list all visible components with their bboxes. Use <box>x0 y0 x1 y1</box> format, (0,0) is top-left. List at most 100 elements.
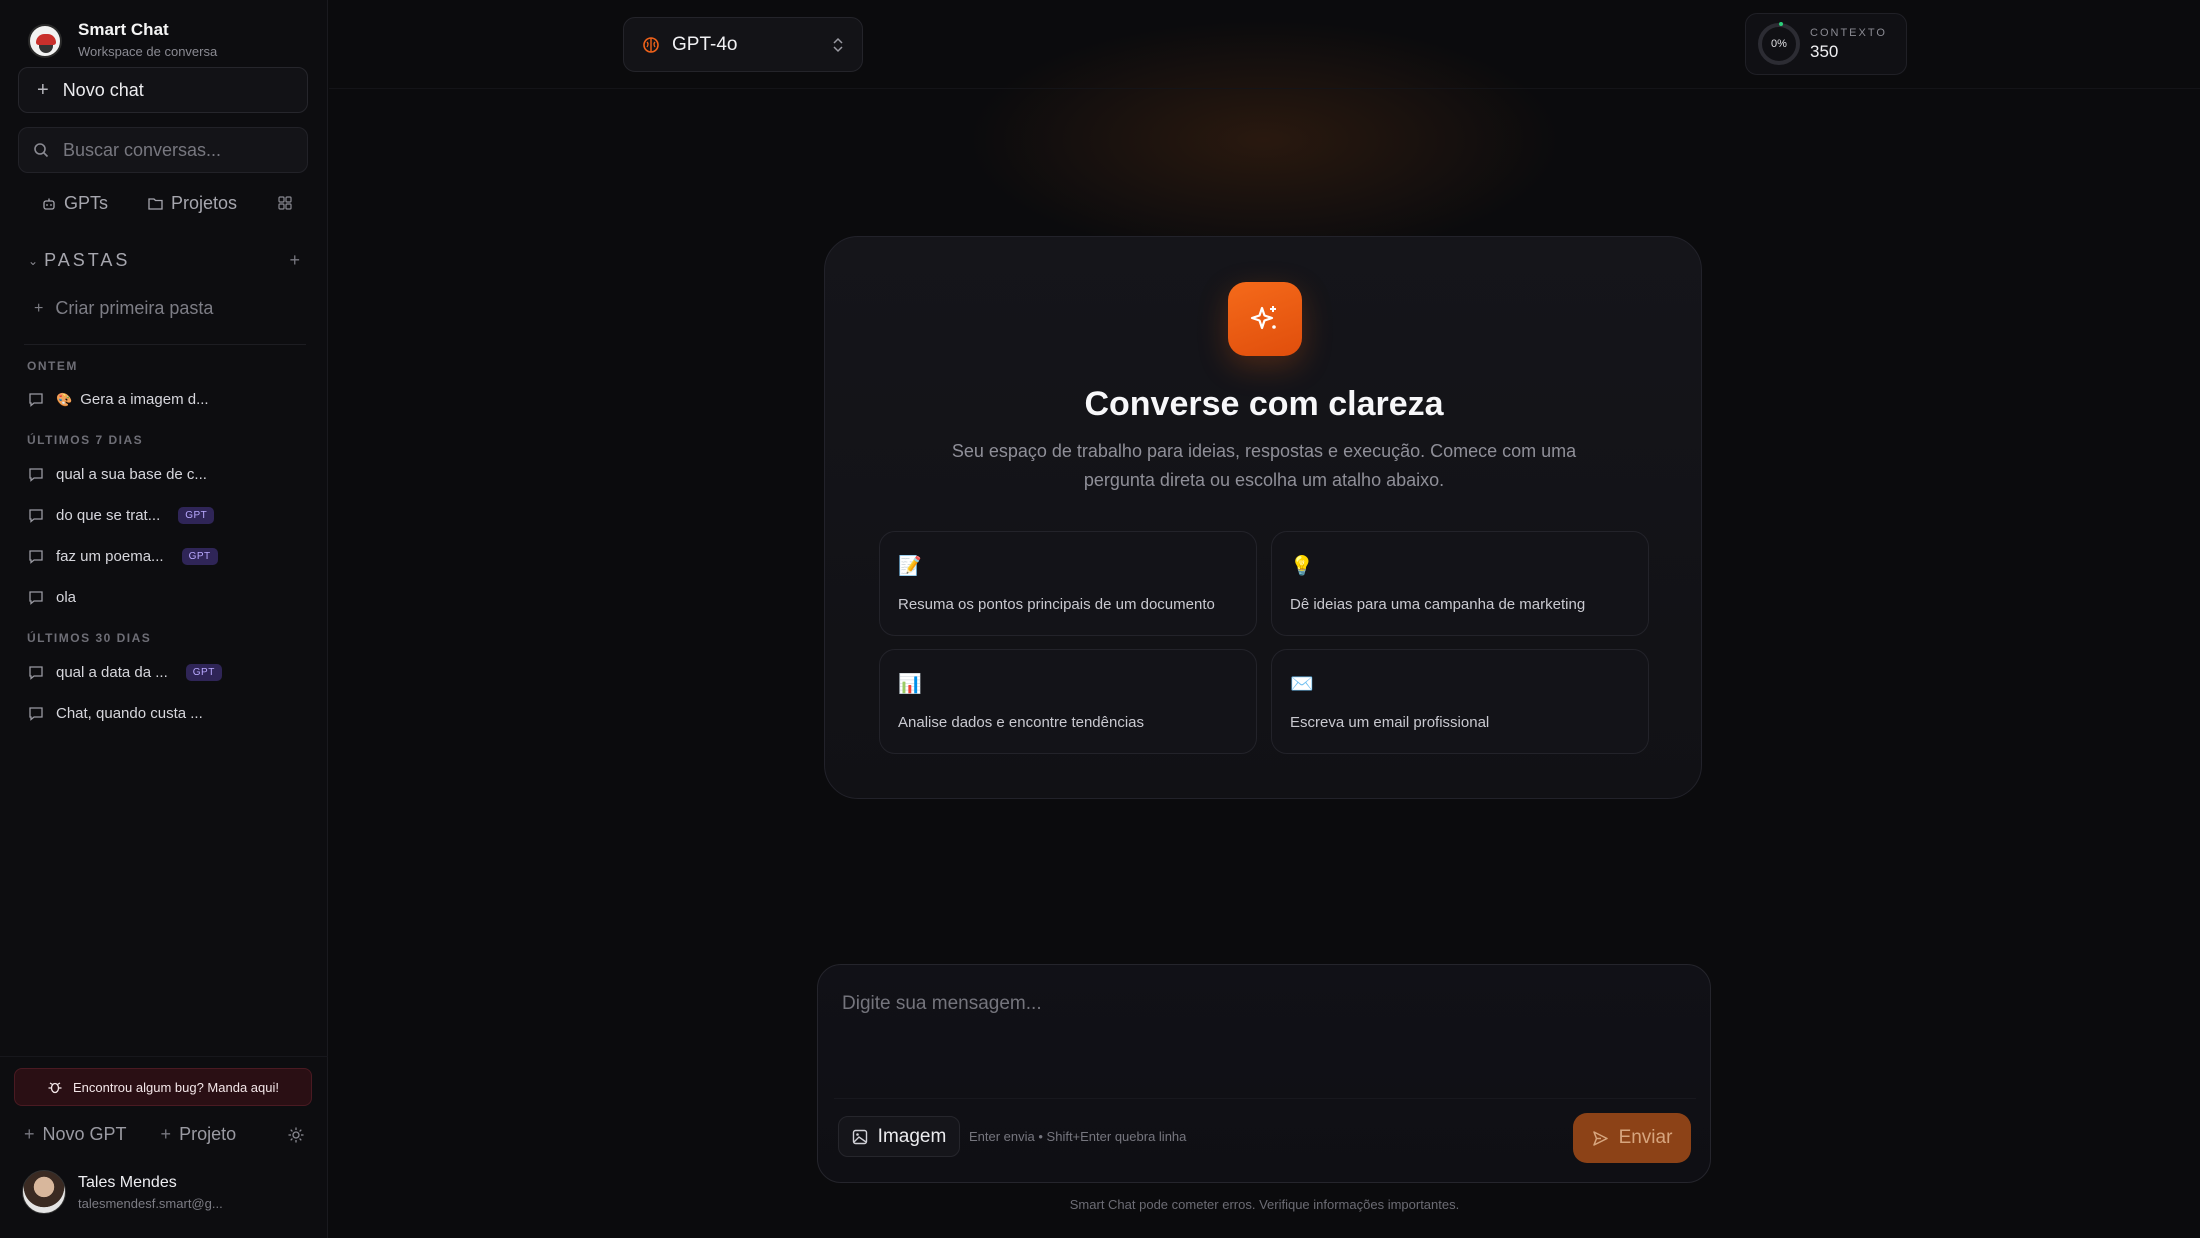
divider <box>0 1056 328 1057</box>
brand[interactable]: Smart Chat Workspace de conversa <box>28 20 217 61</box>
list-item[interactable]: qual a data da ... GPT <box>28 664 222 681</box>
welcome-subtitle: Seu espaço de trabalho para ideias, resp… <box>951 441 1577 490</box>
brain-icon <box>643 36 659 53</box>
new-gpt-button[interactable]: + Novo GPT <box>24 1124 127 1145</box>
main-area: GPT-4o 0% CONTEXTO 350 Converse com clar… <box>329 0 2200 1238</box>
chat-bubble-icon <box>29 666 43 680</box>
suggestion-text: Analise dados e encontre tendências <box>898 714 1145 731</box>
gpt-badge: GPT <box>185 664 222 681</box>
conversation-title: qual a sua base de c... <box>56 466 207 483</box>
chat-bubble-icon <box>29 393 43 407</box>
app-subtitle: Workspace de conversa <box>78 44 218 59</box>
context-ring: 0% <box>1758 22 1800 65</box>
create-folder-label: Criar primeira pasta <box>55 298 214 318</box>
bot-icon <box>43 198 55 210</box>
envelope-icon: ✉️ <box>1290 674 1314 695</box>
context-label: CONTEXTO <box>1810 26 1887 39</box>
list-item[interactable]: faz um poema... GPT <box>28 548 218 565</box>
context-value: 350 <box>1810 41 1839 61</box>
bug-report-button[interactable]: Encontrou algum bug? Manda aqui! <box>14 1068 312 1106</box>
message-composer[interactable]: Digite sua mensagem... Imagem Enter envi… <box>817 964 1711 1183</box>
conversation-title: faz um poema... <box>56 548 164 565</box>
suggestion-card[interactable]: 📝 Resuma os pontos principais de um docu… <box>879 531 1257 636</box>
gpt-badge: GPT <box>178 507 215 524</box>
plus-icon: + <box>34 299 44 317</box>
divider <box>329 88 2200 89</box>
divider <box>24 344 306 345</box>
gpts-label: GPTs <box>64 193 109 213</box>
conversation-title: Gera a imagem d... <box>80 391 209 408</box>
send-button[interactable]: Enviar <box>1573 1113 1691 1163</box>
new-gpt-label: Novo GPT <box>42 1124 127 1144</box>
folders-label: PASTAS <box>44 250 131 270</box>
list-item[interactable]: qual a sua base de c... <box>28 466 207 483</box>
add-folder-icon[interactable]: + <box>289 250 300 271</box>
chat-bubble-icon <box>29 550 43 564</box>
conversation-title: do que se trat... <box>56 507 161 524</box>
suggestion-card[interactable]: 📊 Analise dados e encontre tendências <box>879 649 1257 754</box>
model-selector[interactable]: GPT-4o <box>623 17 863 72</box>
search-placeholder: Buscar conversas... <box>63 139 222 160</box>
new-project-label: Projeto <box>179 1124 237 1144</box>
search-input[interactable]: Buscar conversas... <box>18 127 308 173</box>
new-chat-label: Novo chat <box>62 79 144 100</box>
suggestion-card[interactable]: 💡 Dê ideias para uma campanha de marketi… <box>1271 531 1649 636</box>
plus-icon: + <box>24 1124 35 1144</box>
projects-label: Projetos <box>171 193 238 213</box>
plus-icon: + <box>160 1124 172 1144</box>
plus-icon: + <box>37 78 49 101</box>
app-title: Smart Chat <box>78 20 169 39</box>
image-button[interactable]: Imagem <box>838 1116 960 1157</box>
list-item[interactable]: ola <box>28 589 76 606</box>
send-label: Enviar <box>1618 1127 1673 1148</box>
new-project-button[interactable]: + Projeto <box>161 1124 237 1145</box>
folders-header[interactable]: ⌄ PASTAS + <box>28 250 300 271</box>
bug-icon <box>48 1082 62 1094</box>
list-item[interactable]: 🎨 Gera a imagem d... <box>28 391 209 408</box>
projects-link[interactable]: Projetos <box>148 193 237 214</box>
conversation-title: qual a data da ... <box>56 664 168 681</box>
list-item[interactable]: do que se trat... GPT <box>28 507 215 524</box>
gpts-link[interactable]: GPTs <box>42 193 108 214</box>
message-input[interactable]: Digite sua mensagem... <box>842 993 1042 1015</box>
group-label: ONTEM <box>27 359 78 373</box>
chat-bubble-icon <box>29 509 43 523</box>
folder-icon <box>148 198 163 210</box>
divider <box>834 1098 1696 1099</box>
suggestion-text: Escreva um email profissional <box>1290 714 1490 731</box>
new-chat-button[interactable]: + Novo chat <box>18 67 308 113</box>
sun-icon[interactable] <box>288 1127 304 1143</box>
group-label: ÚLTIMOS 7 DIAS <box>27 433 144 447</box>
welcome-title: Converse com clareza <box>1084 385 1444 423</box>
conversation-title: Chat, quando custa ... <box>56 705 203 722</box>
suggestion-text: Dê ideias para uma campanha de marketing <box>1290 596 1586 613</box>
user-name: Tales Mendes <box>78 1173 177 1191</box>
welcome-card: Converse com clareza Seu espaço de traba… <box>824 236 1702 799</box>
suggestion-card[interactable]: ✉️ Escreva um email profissional <box>1271 649 1649 754</box>
avatar <box>22 1170 66 1214</box>
chat-bubble-icon <box>29 707 43 721</box>
disclaimer: Smart Chat pode cometer erros. Verifique… <box>1069 1197 1460 1212</box>
lightbulb-icon: 💡 <box>1290 556 1314 577</box>
chat-bubble-icon <box>29 468 43 482</box>
app-logo <box>28 23 62 58</box>
image-icon <box>852 1129 867 1144</box>
keyboard-hint: Enter envia • Shift+Enter quebra linha <box>969 1129 1187 1144</box>
group-label: ÚLTIMOS 30 DIAS <box>27 631 152 645</box>
image-button-label: Imagem <box>877 1125 947 1147</box>
user-profile[interactable]: Tales Mendes talesmendesf.smart@g... <box>22 1170 223 1214</box>
bar-chart-icon: 📊 <box>898 674 922 695</box>
bug-report-label: Encontrou algum bug? Manda aqui! <box>73 1079 279 1095</box>
chevron-updown-icon <box>833 37 843 53</box>
chat-bubble-icon <box>29 591 43 605</box>
chevron-down-icon: ⌄ <box>28 253 39 268</box>
context-indicator: 0% CONTEXTO 350 <box>1745 13 1907 75</box>
palette-icon: 🎨 <box>56 391 73 407</box>
context-percent: 0% <box>1771 38 1787 50</box>
list-item[interactable]: Chat, quando custa ... <box>28 705 203 722</box>
suggestion-text: Resuma os pontos principais de um docume… <box>898 596 1215 613</box>
grid-icon[interactable] <box>278 196 292 210</box>
create-folder-button[interactable]: + Criar primeira pasta <box>34 298 213 319</box>
conversation-title: ola <box>56 589 77 606</box>
sidebar: Smart Chat Workspace de conversa + Novo … <box>0 0 328 1238</box>
